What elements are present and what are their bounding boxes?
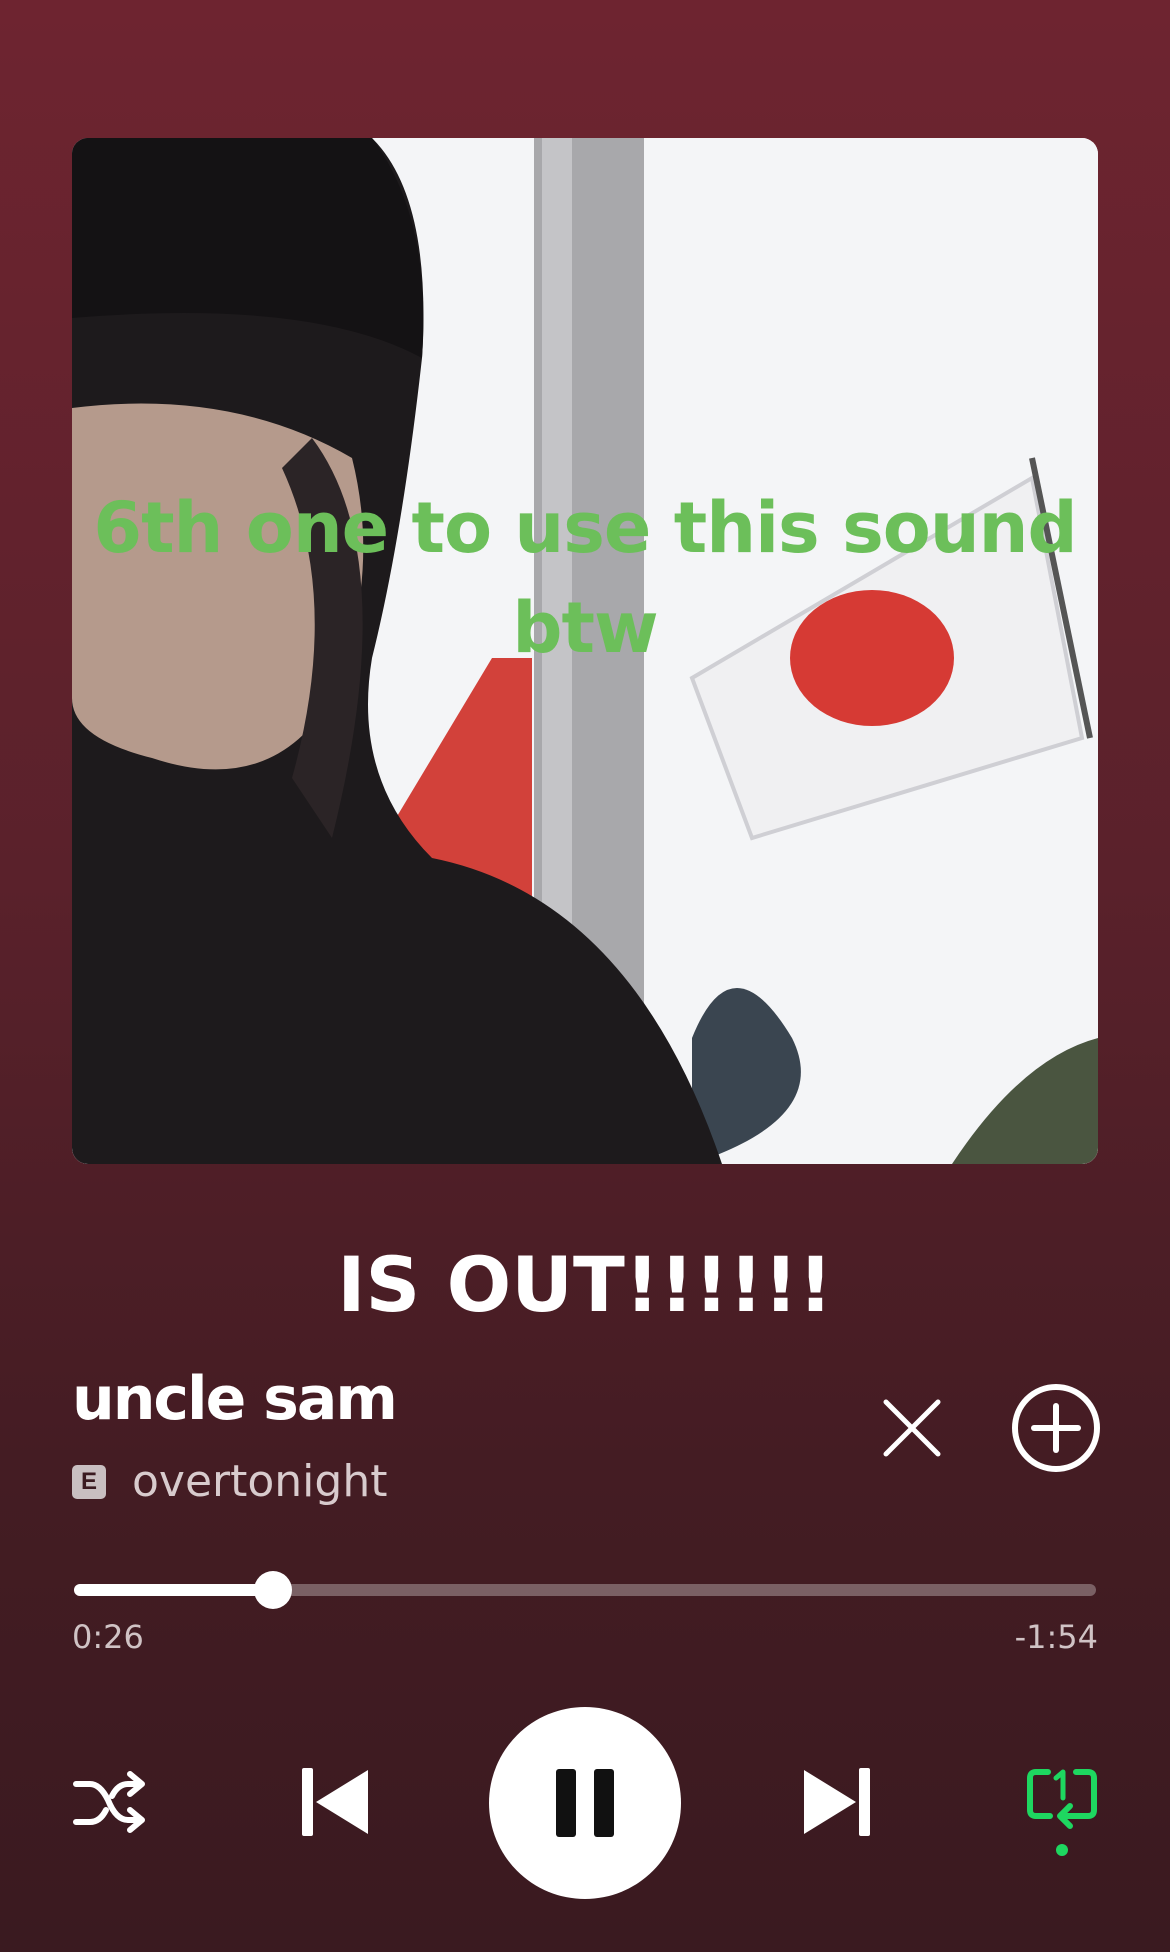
- artist-row: E overtonight: [72, 1456, 387, 1507]
- add-circle-icon: [1012, 1384, 1100, 1472]
- repeat-one-button[interactable]: [1026, 1764, 1098, 1858]
- explicit-badge: E: [72, 1464, 106, 1499]
- elapsed-time: 0:26: [72, 1618, 144, 1656]
- progress-fill: [74, 1584, 274, 1596]
- canvas-caption: IS OUT!!!!!!: [337, 1240, 833, 1329]
- track-title[interactable]: uncle sam: [72, 1364, 398, 1434]
- skip-previous-icon: [302, 1768, 368, 1836]
- progress-bar[interactable]: [74, 1571, 1096, 1609]
- previous-button[interactable]: [302, 1766, 372, 1838]
- skip-next-icon: [804, 1768, 870, 1836]
- close-icon: [883, 1399, 941, 1457]
- shuffle-icon: [73, 1771, 145, 1833]
- remaining-time: -1:54: [1014, 1618, 1098, 1656]
- shuffle-button[interactable]: [72, 1770, 146, 1836]
- artist-name[interactable]: overtonight: [132, 1456, 387, 1507]
- dismiss-button[interactable]: [876, 1392, 948, 1464]
- overlay-text-line1: 6th one to use this sound: [93, 487, 1077, 569]
- next-button[interactable]: [800, 1766, 870, 1838]
- album-art: 6th one to use this sound btw: [72, 138, 1098, 1164]
- pause-button[interactable]: [489, 1707, 681, 1899]
- album-art-overlay-text: 6th one to use this sound btw: [72, 478, 1098, 678]
- pause-icon: [556, 1769, 614, 1837]
- overlay-text-line2: btw: [512, 587, 658, 669]
- progress-handle[interactable]: [254, 1571, 293, 1609]
- add-to-library-button[interactable]: [1010, 1382, 1102, 1474]
- repeat-one-icon: [1027, 1769, 1097, 1856]
